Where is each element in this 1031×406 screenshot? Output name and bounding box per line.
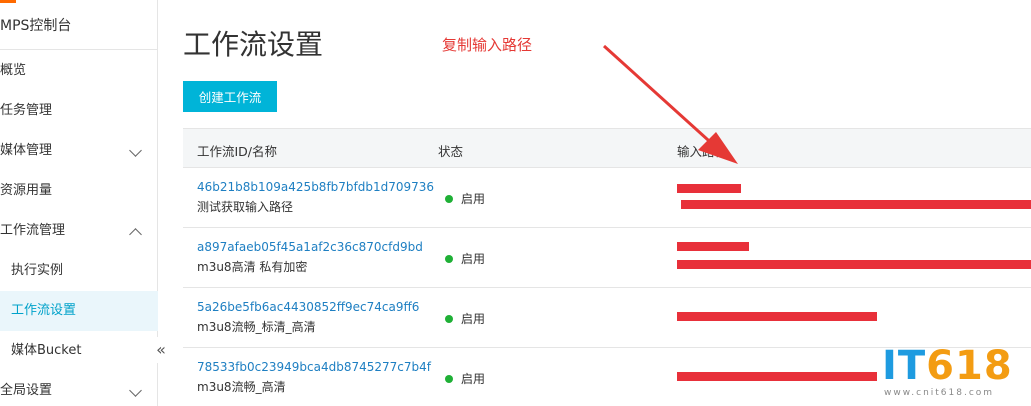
status-dot-icon [445, 375, 453, 383]
watermark-logo-orange: 618 [926, 343, 1013, 389]
sidebar-item-label: 工作流设置 [11, 303, 77, 318]
sidebar-item-label: 执行实例 [11, 263, 64, 278]
sidebar-item-workflow-management[interactable]: 工作流管理 [0, 211, 158, 251]
sidebar-item-label: 全局设置 [0, 383, 53, 398]
sidebar: MPS控制台 概览 任务管理 媒体管理 资源用量 工作流管理 执行实例 工作流设… [0, 0, 158, 406]
status-text: 启用 [461, 312, 486, 326]
table-header: 工作流ID/名称 状态 输入路径 [183, 128, 1031, 168]
workflow-id-link[interactable]: a897afaeb05f45a1af2c36c870cfd9bd [197, 240, 423, 254]
chevron-down-icon [129, 384, 142, 397]
status-text: 启用 [461, 252, 486, 266]
watermark-url: www.cnit618.com [884, 388, 995, 398]
sidebar-item-label: 媒体管理 [0, 143, 53, 158]
workflow-name: m3u8流畅_标清_高清 [197, 320, 316, 334]
workflow-id-link[interactable]: 46b21b8b109a425b8fb7bfdb1d709736 [197, 180, 434, 194]
sidebar-item-label: 概览 [0, 63, 27, 78]
sidebar-item-label: 任务管理 [0, 103, 53, 118]
sidebar-item-label: 资源用量 [0, 183, 53, 198]
status-cell: 启用 [445, 250, 485, 267]
sidebar-item-execution-instances[interactable]: 执行实例 [0, 251, 158, 291]
redaction-mark [677, 312, 877, 321]
status-text: 启用 [461, 372, 486, 386]
table-row: 46b21b8b109a425b8fb7bfdb1d709736 测试获取输入路… [183, 168, 1031, 228]
sidebar-item-media[interactable]: 媒体管理 [0, 131, 158, 171]
sidebar-item-media-bucket[interactable]: 媒体Bucket [0, 331, 158, 371]
workflow-name: 测试获取输入路径 [197, 200, 294, 214]
status-cell: 启用 [445, 310, 485, 327]
column-header-status: 状态 [438, 144, 464, 159]
status-text: 启用 [461, 192, 486, 206]
status-dot-icon [445, 315, 453, 323]
workflow-name: m3u8高清 私有加密 [197, 260, 308, 274]
redaction-mark [677, 372, 877, 381]
chevron-down-icon [129, 144, 142, 157]
sidebar-item-workflow-settings[interactable]: 工作流设置 [0, 291, 158, 331]
workflow-name: m3u8流畅_高清 [197, 380, 286, 394]
sidebar-item-label: 媒体Bucket [11, 343, 82, 358]
sidebar-item-overview[interactable]: 概览 [0, 51, 158, 91]
sidebar-nav: 概览 任务管理 媒体管理 资源用量 工作流管理 执行实例 工作流设置 媒体Buc… [0, 51, 158, 406]
sidebar-item-label: 工作流管理 [0, 223, 66, 238]
sidebar-item-tasks[interactable]: 任务管理 [0, 91, 158, 131]
sidebar-item-global-settings[interactable]: 全局设置 [0, 371, 158, 406]
column-header-input-path: 输入路径 [677, 144, 728, 159]
status-cell: 启用 [445, 370, 485, 387]
redaction-mark [681, 200, 1031, 209]
chevron-up-icon [129, 228, 142, 241]
table-row: a897afaeb05f45a1af2c36c870cfd9bd m3u8高清 … [183, 228, 1031, 288]
watermark-logo-blue: IT [882, 343, 927, 389]
table-row: 5a26be5fb6ac4430852ff9ec74ca9ff6 m3u8流畅_… [183, 288, 1031, 348]
workflow-id-link[interactable]: 78533fb0c23949bca4db8745277c7b4f [197, 360, 431, 374]
create-workflow-button[interactable]: 创建工作流 [183, 81, 277, 112]
page-title: 工作流设置 [183, 28, 324, 61]
redaction-mark [677, 242, 749, 251]
column-header-id-name: 工作流ID/名称 [197, 144, 278, 159]
workflow-id-link[interactable]: 5a26be5fb6ac4430852ff9ec74ca9ff6 [197, 300, 419, 314]
annotation-label: 复制输入路径 [442, 36, 533, 54]
status-cell: 启用 [445, 190, 485, 207]
status-dot-icon [445, 255, 453, 263]
status-dot-icon [445, 195, 453, 203]
watermark-logo: IT618 [882, 343, 1013, 389]
redaction-mark [677, 260, 1031, 269]
redaction-mark [677, 184, 741, 193]
sidebar-item-resource-usage[interactable]: 资源用量 [0, 171, 158, 211]
console-title: MPS控制台 [0, 0, 158, 50]
